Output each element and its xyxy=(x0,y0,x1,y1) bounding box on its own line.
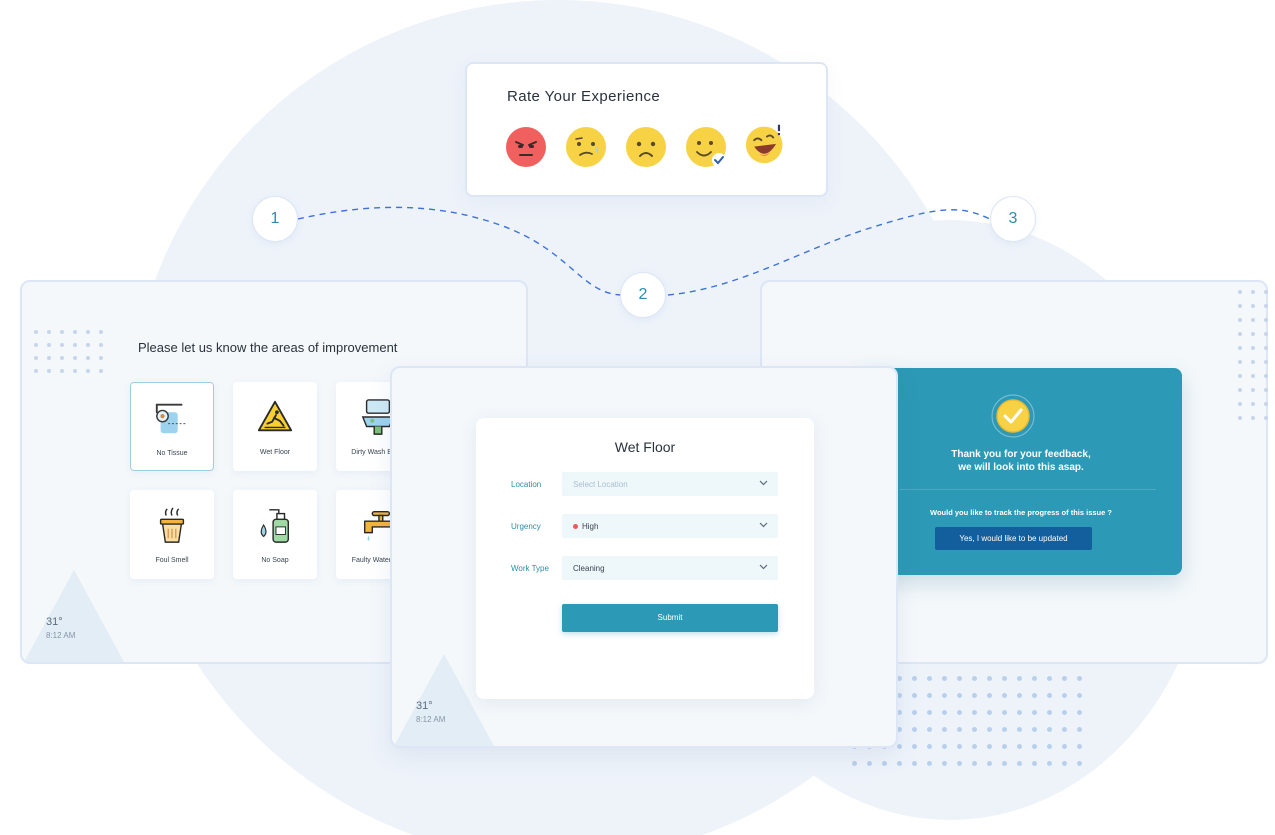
sad-face-icon[interactable] xyxy=(625,126,667,168)
step-1-badge: 1 xyxy=(252,196,298,242)
report-issue-panel: Wet Floor Location Select Location Urgen… xyxy=(390,366,898,748)
step-2-badge: 2 xyxy=(620,272,666,318)
urgency-high-indicator xyxy=(573,524,578,529)
laughing-face-icon[interactable] xyxy=(745,122,787,164)
smile-check-face-icon[interactable] xyxy=(685,126,727,168)
rate-title: Rate Your Experience xyxy=(507,88,661,105)
chevron-down-icon xyxy=(759,564,768,570)
location-placeholder: Select Location xyxy=(573,480,628,489)
time: 8:12 AM xyxy=(416,715,446,724)
worktype-label: Work Type xyxy=(511,564,549,573)
thanks-card: Thank you for your feedback, we will loo… xyxy=(860,368,1182,575)
clock-widget: 31° 8:12 AM xyxy=(416,700,445,724)
thanks-line-1: Thank you for your feedback, xyxy=(951,449,1091,460)
urgency-value: High xyxy=(582,522,599,531)
step-number: 1 xyxy=(270,210,280,227)
issue-form: Wet Floor Location Select Location Urgen… xyxy=(476,418,814,699)
step-3-badge: 3 xyxy=(990,196,1036,242)
location-select[interactable]: Select Location xyxy=(562,472,778,496)
divider xyxy=(900,489,1156,490)
worktype-value: Cleaning xyxy=(573,564,605,573)
check-circle-icon xyxy=(991,394,1035,438)
urgency-label: Urgency xyxy=(511,522,541,531)
worktype-select[interactable]: Cleaning xyxy=(562,556,778,580)
step-number: 2 xyxy=(638,286,648,303)
angry-face-icon[interactable] xyxy=(505,126,547,168)
track-question: Would you like to track the progress of … xyxy=(930,508,1112,517)
submit-button[interactable]: Submit xyxy=(562,604,778,632)
update-me-button[interactable]: Yes, I would like to be updated xyxy=(935,527,1092,550)
temperature: 31° xyxy=(416,700,433,712)
worried-face-icon[interactable] xyxy=(565,126,607,168)
chevron-down-icon xyxy=(759,480,768,486)
thanks-line-2: we will look into this asap. xyxy=(958,462,1084,473)
step-number: 3 xyxy=(1008,210,1018,227)
chevron-down-icon xyxy=(759,522,768,528)
rate-experience-card: Rate Your Experience xyxy=(465,62,828,197)
urgency-select[interactable]: High xyxy=(562,514,778,538)
location-label: Location xyxy=(511,480,542,489)
thanks-message: Thank you for your feedback, we will loo… xyxy=(860,448,1182,474)
form-title: Wet Floor xyxy=(614,439,676,455)
